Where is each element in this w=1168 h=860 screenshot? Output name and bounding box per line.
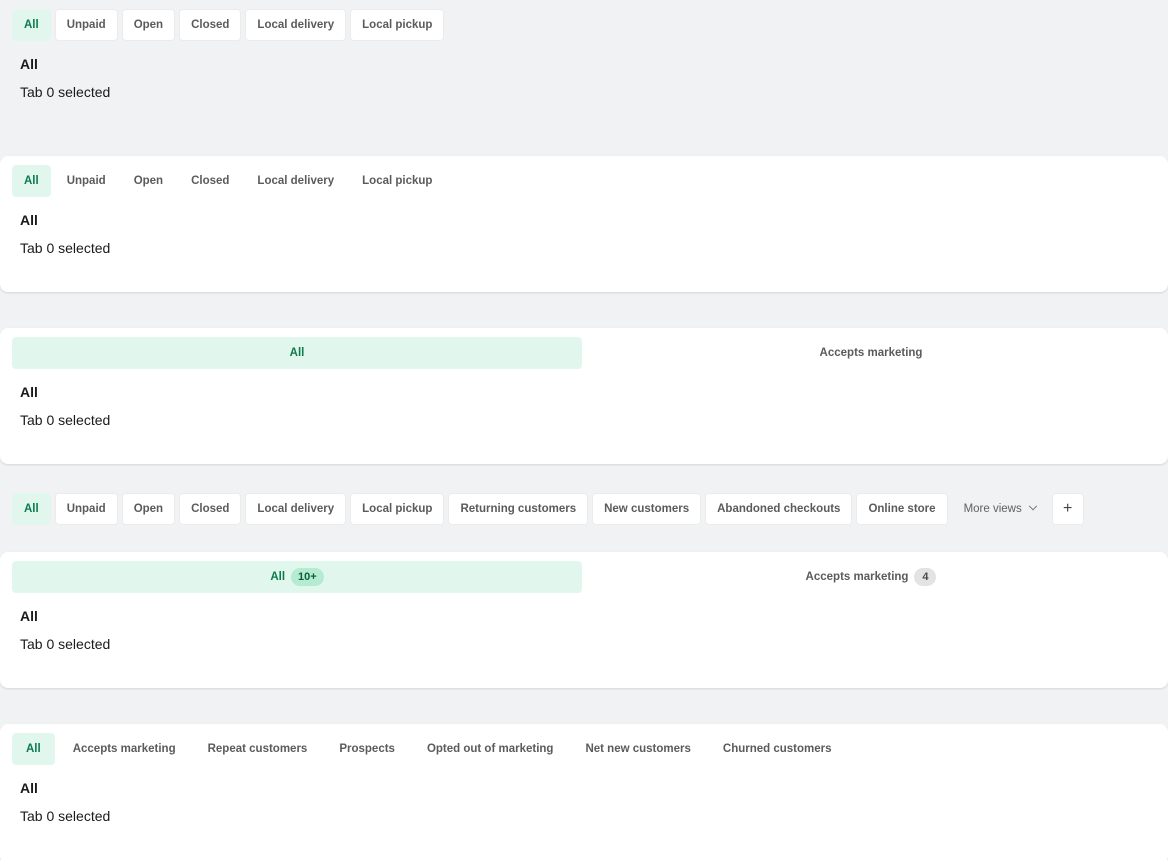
tab-local-delivery[interactable]: Local delivery: [245, 9, 347, 41]
tab-all[interactable]: All: [12, 733, 55, 765]
panel-title: All: [20, 608, 38, 624]
tab-local-delivery[interactable]: Local delivery: [245, 165, 346, 197]
tab-unpaid[interactable]: Unpaid: [54, 493, 118, 525]
panel-subtitle: Tab 0 selected: [20, 84, 111, 100]
tabs-example-6: All Accepts marketing Repeat customers P…: [0, 724, 1168, 860]
tabs-example-5: All 10+ Accepts marketing 4 All Tab 0 se…: [0, 552, 1168, 688]
tab-list: All Unpaid Open Closed Local delivery Lo…: [0, 156, 1168, 197]
tab-churned-customers[interactable]: Churned customers: [709, 733, 846, 765]
tab-open[interactable]: Open: [122, 165, 175, 197]
tab-local-pickup[interactable]: Local pickup: [350, 9, 445, 41]
panel-title: All: [20, 780, 38, 796]
tab-open[interactable]: Open: [121, 493, 176, 525]
tab-label: Accepts marketing: [805, 571, 909, 583]
tab-net-new-customers[interactable]: Net new customers: [571, 733, 704, 765]
tabs-example-2: All Unpaid Open Closed Local delivery Lo…: [0, 156, 1168, 292]
tab-unpaid[interactable]: Unpaid: [55, 165, 118, 197]
tab-prospects[interactable]: Prospects: [325, 733, 409, 765]
panel-title: All: [20, 384, 38, 400]
tab-panel: All Tab 0 selected: [0, 197, 1168, 257]
tab-panel: All Tab 0 selected: [0, 593, 1168, 653]
tab-repeat-customers[interactable]: Repeat customers: [194, 733, 322, 765]
panel-title: All: [20, 212, 38, 228]
panel-subtitle: Tab 0 selected: [20, 412, 111, 428]
tab-new-customers[interactable]: New customers: [592, 493, 702, 525]
tab-all[interactable]: All: [12, 493, 51, 525]
plus-icon: +: [1063, 500, 1073, 517]
tab-all[interactable]: All: [12, 165, 51, 197]
tab-closed[interactable]: Closed: [179, 9, 242, 41]
tab-returning-customers[interactable]: Returning customers: [448, 493, 589, 525]
tab-all[interactable]: All: [12, 9, 51, 41]
tab-accepts-marketing[interactable]: Accepts marketing: [59, 733, 190, 765]
tab-unpaid[interactable]: Unpaid: [54, 9, 118, 41]
add-view-button[interactable]: +: [1051, 493, 1084, 525]
tabs-example-4: All Unpaid Open Closed Local delivery Lo…: [0, 484, 1168, 528]
tab-list: All Unpaid Open Closed Local delivery Lo…: [0, 0, 1168, 41]
tab-abandoned-checkouts[interactable]: Abandoned checkouts: [705, 493, 853, 525]
tab-closed[interactable]: Closed: [179, 165, 241, 197]
tab-local-pickup[interactable]: Local pickup: [350, 493, 445, 525]
tab-panel: All Tab 0 selected: [0, 41, 1168, 101]
tab-all[interactable]: All 10+: [12, 561, 582, 593]
tab-panel: All Tab 0 selected: [0, 369, 1168, 429]
tab-all[interactable]: All: [12, 337, 582, 369]
count-badge: 4: [914, 568, 937, 586]
tab-list: All Accepts marketing Repeat customers P…: [0, 724, 1168, 765]
panel-subtitle: Tab 0 selected: [20, 240, 111, 256]
chevron-down-icon: [1028, 501, 1037, 511]
tab-online-store[interactable]: Online store: [856, 493, 948, 525]
panel-subtitle: Tab 0 selected: [20, 808, 111, 824]
tab-list: All 10+ Accepts marketing 4: [0, 552, 1168, 593]
panel-subtitle: Tab 0 selected: [20, 636, 111, 652]
tab-local-pickup[interactable]: Local pickup: [350, 165, 444, 197]
tab-accepts-marketing[interactable]: Accepts marketing: [586, 337, 1156, 369]
tab-local-delivery[interactable]: Local delivery: [245, 493, 347, 525]
tabs-example-3: All Accepts marketing All Tab 0 selected: [0, 328, 1168, 464]
tab-list: All Unpaid Open Closed Local delivery Lo…: [0, 484, 1168, 525]
tab-closed[interactable]: Closed: [179, 493, 242, 525]
tab-list: All Accepts marketing: [0, 328, 1168, 369]
tab-open[interactable]: Open: [121, 9, 176, 41]
tab-opted-out-of-marketing[interactable]: Opted out of marketing: [413, 733, 568, 765]
tab-label: All: [270, 571, 286, 583]
count-badge: 10+: [291, 568, 324, 586]
more-views-label: More views: [963, 503, 1022, 515]
tab-panel: All Tab 0 selected: [0, 765, 1168, 825]
tabs-example-1: All Unpaid Open Closed Local delivery Lo…: [0, 0, 1168, 140]
tab-accepts-marketing[interactable]: Accepts marketing 4: [586, 561, 1156, 593]
more-views-button[interactable]: More views: [952, 493, 1048, 525]
panel-title: All: [20, 56, 38, 72]
